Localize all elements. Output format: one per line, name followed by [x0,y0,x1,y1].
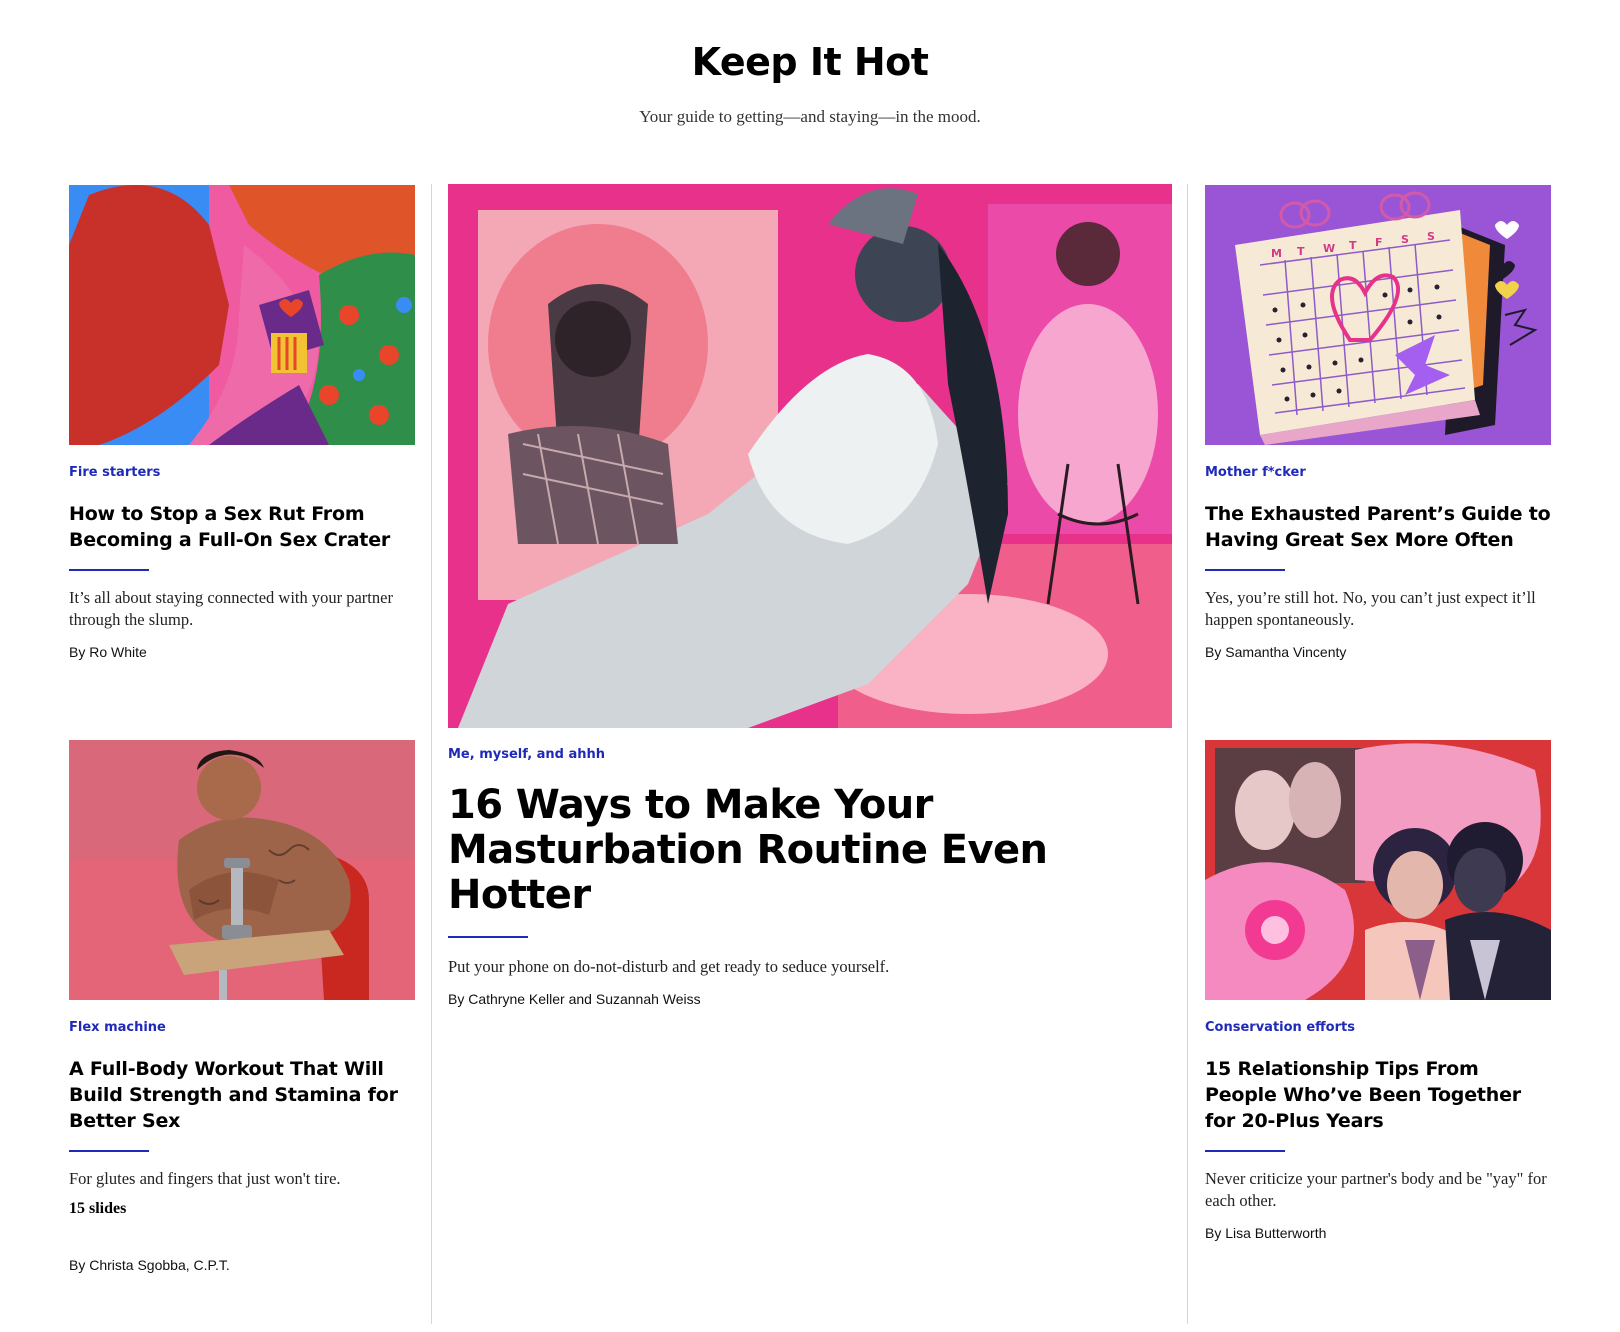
card-rubric[interactable]: Flex machine [69,1020,415,1036]
page-subtitle: Your guide to getting—and staying—in the… [639,107,981,126]
article-card-full-body-workout[interactable]: Flex machine A Full-Body Workout That Wi… [69,740,415,1274]
card-byline: By Christa Sgobba, C.P.T. [69,1257,230,1273]
article-card-sex-rut[interactable]: Fire starters How to Stop a Sex Rut From… [69,185,415,661]
card-headline[interactable]: 15 Relationship Tips From People Who’ve … [1205,1056,1551,1134]
column-divider-left [431,184,432,1324]
article-card-exhausted-parent[interactable]: M T W T F S S Mother f*cker The Exhauste… [1205,185,1551,661]
card-rubric[interactable]: Fire starters [69,465,415,481]
feature-rubric[interactable]: Me, myself, and ahhh [448,747,1172,763]
article-image-workout-photo[interactable] [69,740,415,1000]
feature-image-collage[interactable] [448,184,1172,728]
feature-dek: Put your phone on do-not-disturb and get… [448,957,890,976]
kissing-illustration [69,185,415,445]
feature-collage-illustration [448,184,1172,728]
calendar-illustration: M T W T F S S [1205,185,1551,445]
column-divider-right [1187,184,1188,1324]
page-header: Keep It Hot Your guide to getting—and st… [0,38,1620,128]
card-dek: For glutes and fingers that just won't t… [69,1169,341,1188]
feature-divider [448,936,528,938]
calendar-day-fri: F [1375,236,1383,249]
card-divider [1205,1150,1285,1152]
card-dek: Yes, you’re still hot. No, you can’t jus… [1205,588,1536,629]
couple-collage-illustration [1205,740,1551,1000]
page-title: Keep It Hot [691,40,929,84]
card-byline: By Lisa Butterworth [1205,1225,1327,1241]
calendar-day-sat: S [1401,233,1409,246]
card-divider [69,1150,149,1152]
card-divider [1205,569,1285,571]
card-headline[interactable]: A Full-Body Workout That Will Build Stre… [69,1056,415,1134]
card-byline: By Samantha Vincenty [1205,644,1347,660]
card-byline: By Ro White [69,644,147,660]
calendar-day-thu: T [1349,239,1357,252]
article-image-couple-collage[interactable] [1205,740,1551,1000]
feature-headline[interactable]: 16 Ways to Make Your Masturbation Routin… [448,783,1172,918]
workout-photo-illustration [69,740,415,1000]
slide-count: 15 slides [69,1200,127,1217]
calendar-day-tue: T [1297,245,1305,258]
calendar-day-wed: W [1323,242,1335,255]
calendar-day-sun: S [1427,230,1435,243]
card-dek: Never criticize your partner's body and … [1205,1169,1547,1210]
calendar-day-mon: M [1271,247,1282,260]
card-divider [69,569,149,571]
card-rubric[interactable]: Conservation efforts [1205,1020,1551,1036]
article-image-calendar-illustration[interactable]: M T W T F S S [1205,185,1551,445]
article-card-relationship-tips[interactable]: Conservation efforts 15 Relationship Tip… [1205,740,1551,1242]
article-image-kissing-illustration[interactable] [69,185,415,445]
card-headline[interactable]: The Exhausted Parent’s Guide to Having G… [1205,501,1551,553]
feature-byline: By Cathryne Keller and Suzannah Weiss [448,991,701,1007]
card-headline[interactable]: How to Stop a Sex Rut From Becoming a Fu… [69,501,415,553]
card-dek: It’s all about staying connected with yo… [69,588,393,629]
card-rubric[interactable]: Mother f*cker [1205,465,1551,481]
article-card-feature-masturbation[interactable]: Me, myself, and ahhh 16 Ways to Make You… [448,184,1172,1008]
